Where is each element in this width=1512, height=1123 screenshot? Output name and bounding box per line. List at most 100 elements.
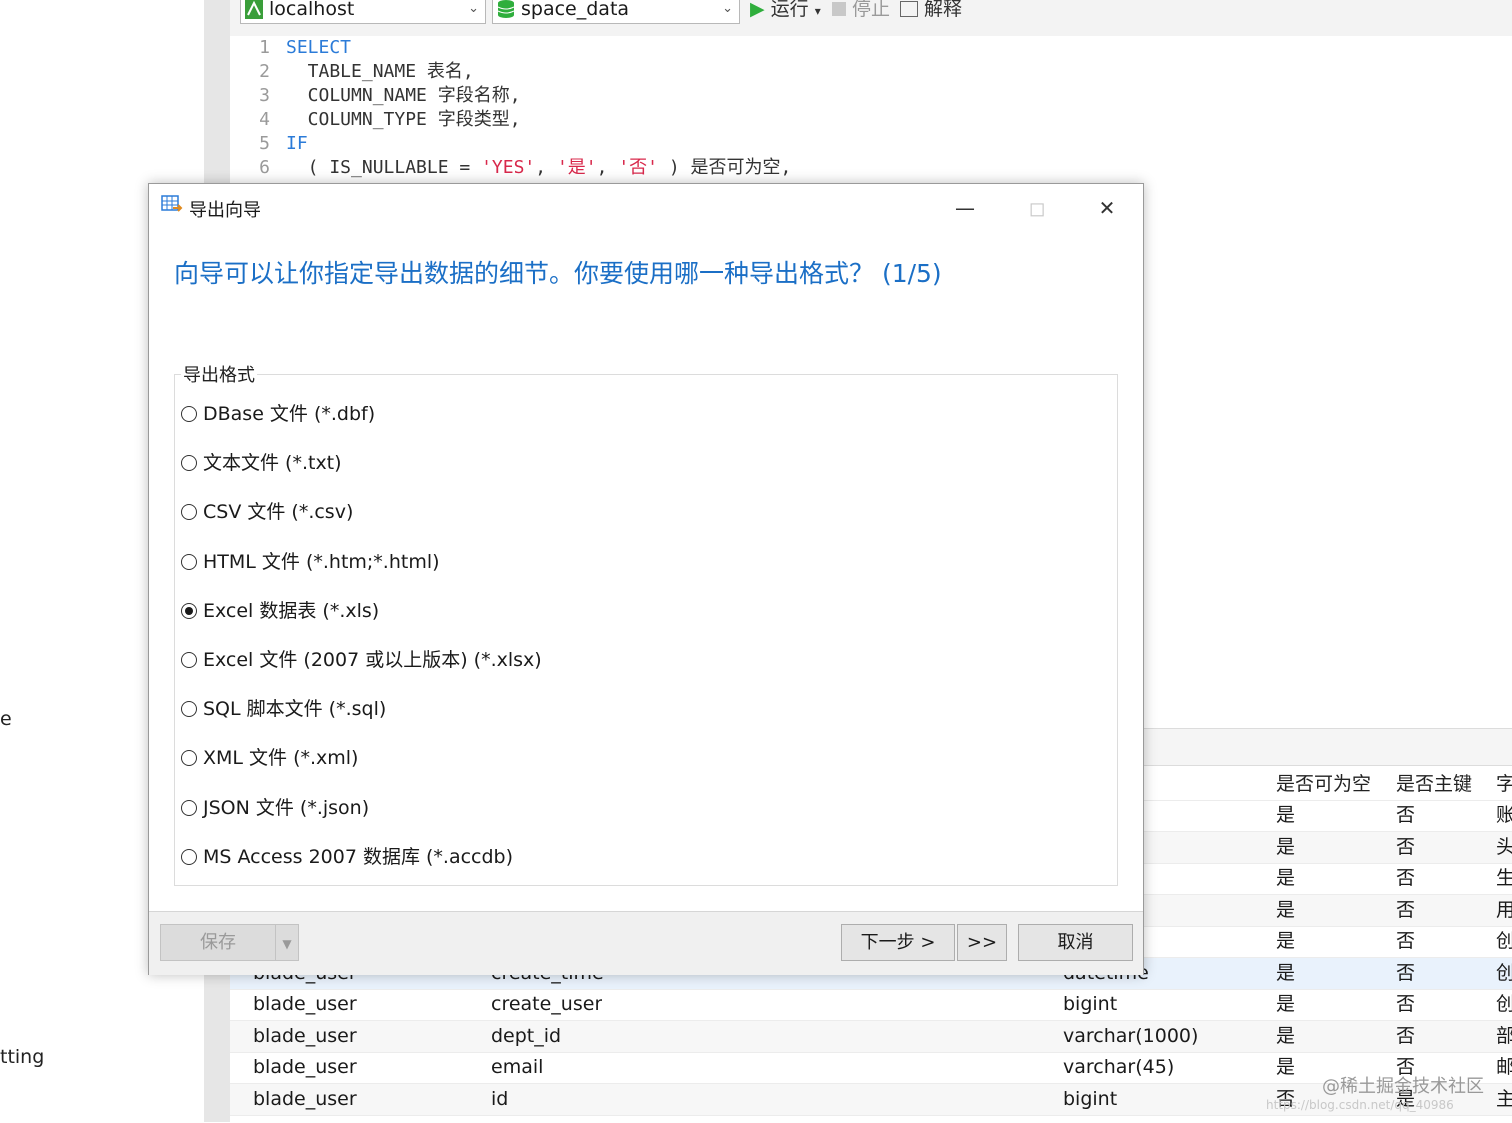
radio-button[interactable] [181, 455, 197, 472]
table-row[interactable]: blade_user email varchar(45) 是否邮 [230, 1052, 1512, 1084]
format-option[interactable]: 文本文件 (*.txt) [181, 448, 342, 478]
cell-comment[interactable]: 创 [1496, 958, 1512, 989]
radio-button[interactable] [181, 701, 197, 718]
header-comment[interactable]: 字 [1496, 769, 1512, 800]
format-option[interactable]: MS Access 2007 数据库 (*.accdb) [181, 842, 513, 872]
save-dropdown-button[interactable]: ▼ [275, 924, 299, 961]
database-value: space_data [521, 0, 630, 20]
cell-type[interactable]: varchar(45) [1063, 1052, 1174, 1083]
cell-nullable[interactable]: 是 [1276, 1052, 1295, 1083]
radio-button[interactable] [181, 799, 197, 816]
line-number: 2 [259, 61, 270, 82]
cell-comment[interactable]: 头 [1496, 832, 1512, 863]
radio-button[interactable] [181, 553, 197, 570]
cell-nullable[interactable]: 是 [1276, 926, 1295, 957]
cell-nullable[interactable]: 是 [1276, 989, 1295, 1020]
minimize-icon: — [955, 196, 975, 220]
cell-pk[interactable]: 否 [1396, 895, 1415, 926]
header-primary-key[interactable]: 是否主键 [1396, 769, 1472, 800]
code-token: TABLE_NAME 表名, [286, 61, 474, 82]
cancel-button[interactable]: 取消 [1018, 924, 1133, 961]
header-nullable[interactable]: 是否可为空 [1276, 769, 1371, 800]
code-token: COLUMN_NAME 字段名称, [286, 85, 521, 106]
cell-nullable[interactable]: 是 [1276, 958, 1295, 989]
code-line: 5 IF [230, 132, 308, 156]
cell-column[interactable]: dept_id [491, 1021, 561, 1052]
close-button[interactable]: ✕ [1087, 190, 1127, 226]
radio-button[interactable] [181, 602, 197, 619]
cancel-label: 取消 [1057, 932, 1094, 953]
cell-table[interactable]: blade_user [253, 1021, 357, 1052]
line-number: 4 [259, 109, 270, 130]
cell-column[interactable]: create_user [491, 989, 602, 1020]
next-label: 下一步 > [860, 932, 936, 953]
sql-editor[interactable]: 1 SELECT 2 TABLE_NAME 表名, 3 COLUMN_NAME 字段名… [230, 36, 1512, 186]
format-option[interactable]: XML 文件 (*.xml) [181, 743, 358, 773]
cell-type[interactable]: varchar(1000) [1063, 1021, 1198, 1052]
cell-pk[interactable]: 否 [1396, 863, 1415, 894]
save-button[interactable]: 保存 [160, 924, 276, 961]
cell-pk[interactable]: 否 [1396, 989, 1415, 1020]
format-option[interactable]: SQL 脚本文件 (*.sql) [181, 694, 386, 724]
cell-column[interactable]: id [491, 1084, 508, 1115]
format-option[interactable]: JSON 文件 (*.json) [181, 793, 369, 823]
export-wizard-dialog: 导出向导 — ◻ ✕ 向导可以让你指定导出数据的细节。你要使用哪一种导出格式？ … [148, 183, 1144, 975]
cell-table[interactable]: blade_user [253, 1052, 357, 1083]
format-option[interactable]: DBase 文件 (*.dbf) [181, 399, 375, 429]
stop-button[interactable]: 停止 [832, 0, 890, 22]
radio-button[interactable] [181, 504, 197, 521]
code-token: IF [286, 133, 308, 154]
chevron-down-icon: ⌄ [722, 1, 733, 16]
cell-type[interactable]: bigint [1063, 989, 1117, 1020]
cell-comment[interactable]: 邮 [1496, 1052, 1512, 1083]
connection-select[interactable]: localhost ⌄ [240, 0, 486, 24]
cell-column[interactable]: email [491, 1052, 543, 1083]
cell-pk[interactable]: 否 [1396, 958, 1415, 989]
cell-pk[interactable]: 否 [1396, 832, 1415, 863]
radio-button[interactable] [181, 406, 197, 422]
table-row[interactable]: blade_user dept_id varchar(1000) 是 否 部 [230, 1020, 1512, 1053]
explain-button[interactable]: 解释 [900, 0, 962, 22]
cell-nullable[interactable]: 是 [1276, 895, 1295, 926]
cell-comment[interactable]: 部 [1496, 1021, 1512, 1052]
minimize-button[interactable]: — [945, 190, 985, 226]
code-token: '是' [556, 157, 597, 178]
cell-comment[interactable]: 创 [1496, 926, 1512, 957]
cell-nullable[interactable]: 是 [1276, 863, 1295, 894]
line-number: 6 [259, 157, 270, 178]
cell-type[interactable]: bigint [1063, 1084, 1117, 1115]
next-button[interactable]: 下一步 > [841, 924, 955, 961]
last-step-button[interactable]: >> [957, 924, 1007, 961]
cell-table[interactable]: blade_user [253, 1084, 357, 1115]
format-option[interactable]: Excel 文件 (2007 或以上版本) (*.xlsx) [181, 645, 542, 675]
maximize-button[interactable]: ◻ [1017, 190, 1057, 226]
code-line: 6 ( IS_NULLABLE = 'YES', '是', '否' ) 是否可为… [230, 156, 791, 180]
cell-pk[interactable]: 否 [1396, 926, 1415, 957]
radio-button[interactable] [181, 652, 197, 668]
cell-comment[interactable]: 生 [1496, 863, 1512, 894]
group-label: 导出格式 [181, 361, 257, 387]
maximize-icon: ◻ [1028, 196, 1046, 220]
save-label: 保存 [200, 932, 236, 953]
cell-table[interactable]: blade_user [253, 989, 357, 1020]
cell-comment[interactable]: 主 [1496, 1084, 1512, 1115]
cell-comment[interactable]: 创 [1496, 989, 1512, 1020]
radio-button[interactable] [181, 848, 197, 865]
format-option[interactable]: CSV 文件 (*.csv) [181, 497, 353, 527]
line-number: 5 [259, 133, 270, 154]
format-option[interactable]: Excel 数据表 (*.xls) [181, 596, 379, 626]
cell-comment[interactable]: 账 [1496, 800, 1512, 831]
database-select[interactable]: space_data ⌄ [492, 0, 740, 24]
last-step-label: >> [966, 932, 998, 953]
run-button[interactable]: ▶ 运行 ▾ [750, 0, 821, 24]
chevron-down-icon: ▾ [814, 4, 821, 18]
table-row[interactable]: blade_user create_user bigint 是 否 创 [230, 989, 1512, 1021]
cell-comment[interactable]: 用 [1496, 895, 1512, 926]
cell-nullable[interactable]: 是 [1276, 800, 1295, 831]
cell-pk[interactable]: 否 [1396, 800, 1415, 831]
radio-button[interactable] [181, 750, 197, 767]
cell-pk[interactable]: 否 [1396, 1021, 1415, 1052]
cell-nullable[interactable]: 是 [1276, 1021, 1295, 1052]
format-option[interactable]: HTML 文件 (*.htm;*.html) [181, 547, 440, 577]
cell-nullable[interactable]: 是 [1276, 832, 1295, 863]
